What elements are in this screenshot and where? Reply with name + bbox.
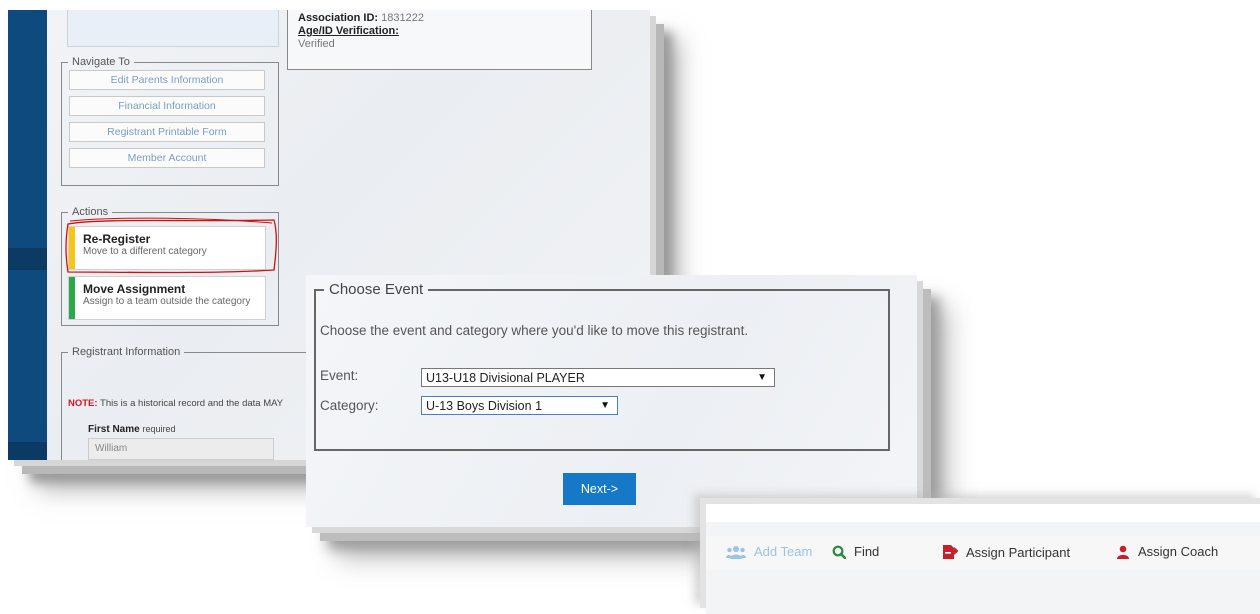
action-color-bar [69, 277, 75, 319]
assign-coach-label: Assign Coach [1138, 544, 1219, 559]
category-label: Category: [320, 398, 379, 413]
note-label: NOTE: [68, 398, 98, 409]
choose-event-dialog: Choose Event Choose the event and catego… [306, 275, 917, 527]
note-text: This is a historical record and the data… [100, 398, 284, 409]
age-verification-value: Verified [298, 38, 335, 50]
next-button[interactable]: Next-> [563, 473, 636, 505]
user-icon [1117, 545, 1129, 559]
required-tag: required [142, 424, 176, 434]
team-toolbar-panel: Add Team Find Assign Participant Assign … [706, 504, 1260, 614]
age-verification-label: Age/ID Verification: [298, 25, 399, 37]
left-sidebar [8, 10, 47, 460]
sidebar-band [8, 442, 47, 460]
choose-event-legend: Choose Event [329, 281, 424, 298]
assign-participant-label: Assign Participant [966, 544, 1071, 560]
navigate-to-legend: Navigate To [72, 56, 130, 68]
first-name-label: First Name required [88, 424, 176, 435]
red-highlight-annotation [65, 217, 277, 274]
category-select-value: U-13 Boys Division 1 [426, 399, 543, 413]
choose-event-description: Choose the event and category where you'… [320, 323, 749, 338]
move-assignment-action[interactable]: Move Assignment Assign to a team outside… [68, 276, 266, 320]
assign-participant-button[interactable]: Assign Participant [942, 544, 1070, 560]
association-info-box: Association ID: 1831222 Age/ID Verificat… [287, 10, 592, 70]
move-assignment-title: Move Assignment [83, 282, 186, 296]
header-box [67, 10, 279, 47]
find-label: Find [854, 544, 880, 559]
dropdown-arrow-icon: ▼ [757, 372, 767, 383]
member-account-button[interactable]: Member Account [69, 148, 265, 168]
move-assignment-subtitle: Assign to a team outside the category [83, 296, 251, 307]
edit-parents-information-button[interactable]: Edit Parents Information [69, 70, 265, 90]
find-button[interactable]: Find [832, 544, 879, 559]
event-select-value: U13-U18 Divisional PLAYER [426, 371, 585, 385]
sidebar-band [8, 248, 47, 270]
add-team-button[interactable]: Add Team [726, 544, 812, 559]
users-icon [726, 545, 746, 559]
financial-information-button[interactable]: Financial Information [69, 96, 265, 116]
dropdown-arrow-icon: ▼ [600, 400, 610, 411]
registrant-printable-form-button[interactable]: Registrant Printable Form [69, 122, 265, 142]
category-select[interactable]: U-13 Boys Division 1 ▼ [421, 396, 618, 415]
registrant-information-legend: Registrant Information [72, 346, 181, 358]
add-team-label: Add Team [754, 544, 813, 559]
navigate-to-group: Navigate To Edit Parents Information Fin… [61, 56, 279, 186]
assign-coach-button[interactable]: Assign Coach [1116, 544, 1218, 559]
event-label: Event: [320, 368, 359, 383]
historical-note: NOTE: This is a historical record and th… [68, 398, 283, 409]
association-id-label: Association ID: [298, 12, 379, 24]
choose-event-group: Choose Event [314, 281, 890, 451]
search-icon [832, 545, 846, 559]
first-name-text: First Name [88, 424, 140, 435]
file-export-icon [943, 545, 958, 559]
association-id-value: 1831222 [381, 12, 424, 24]
first-name-input[interactable]: William [88, 438, 274, 460]
event-select[interactable]: U13-U18 Divisional PLAYER ▼ [421, 368, 775, 387]
